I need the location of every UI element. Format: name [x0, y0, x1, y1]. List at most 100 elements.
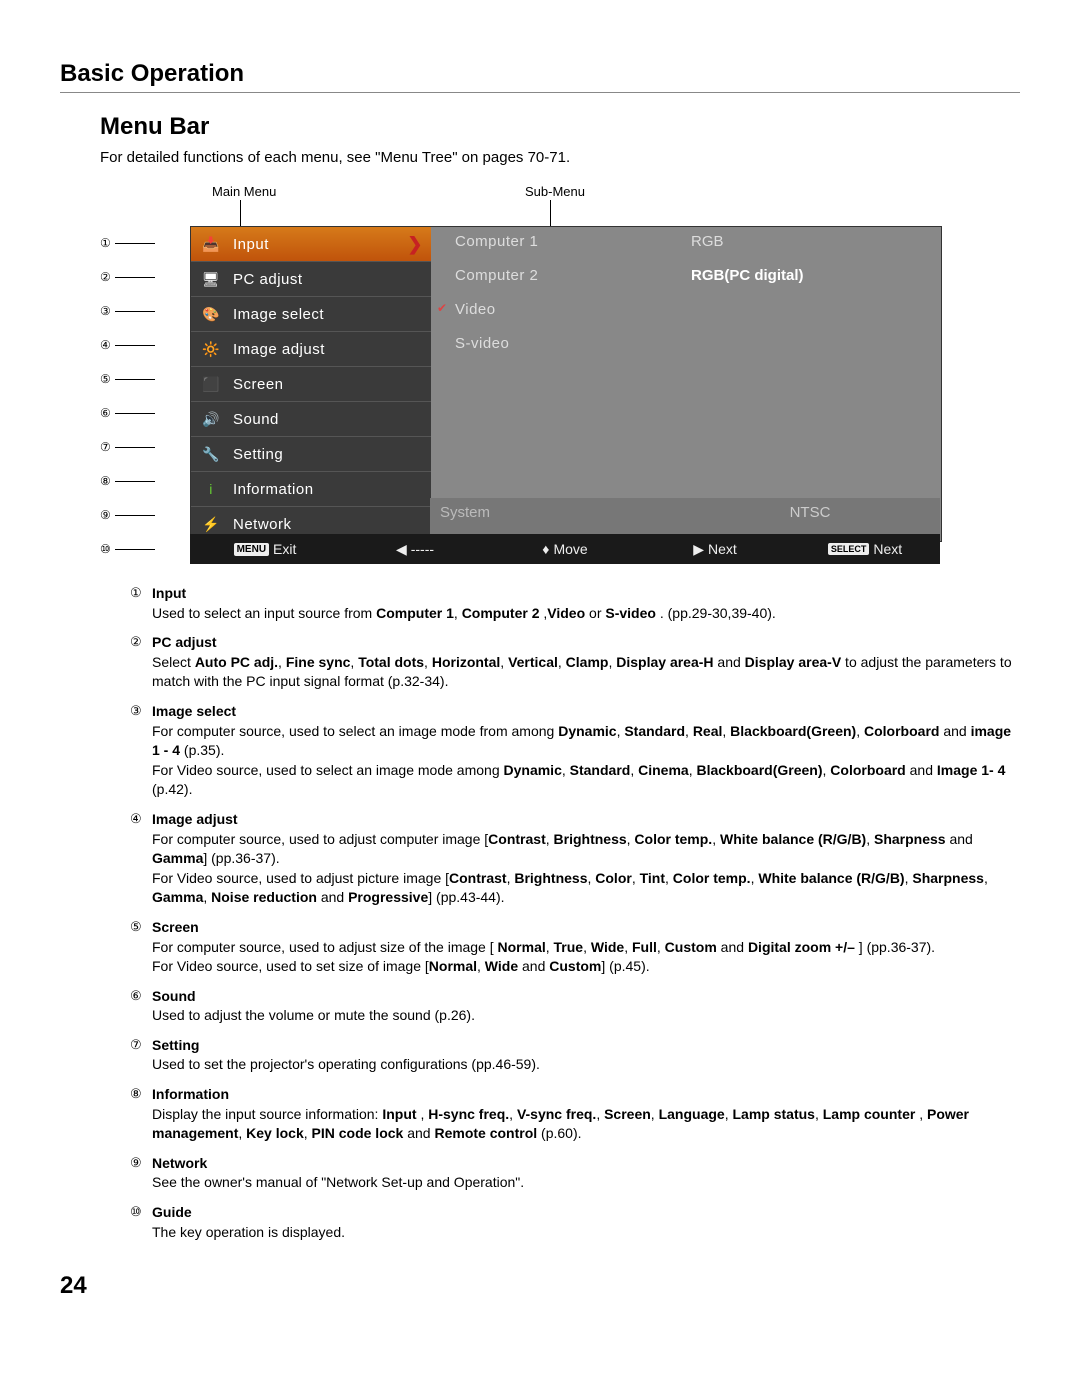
- setting-icon: 🔧: [199, 443, 223, 465]
- description-title: Information: [152, 1085, 1020, 1105]
- menu-image-adjust-label: Image adjust: [233, 341, 325, 358]
- right-menu-column: RGB RGB(PC digital): [681, 227, 941, 541]
- sub-menu-label: Sub-Menu: [525, 184, 585, 199]
- menu-information[interactable]: i Information: [191, 471, 431, 506]
- description-text: Display the input source information: In…: [152, 1105, 1020, 1144]
- menu-network-label: Network: [233, 516, 292, 533]
- description-title: Network: [152, 1154, 1020, 1174]
- description-text: Used to select an input source from Comp…: [152, 604, 1020, 624]
- menu-information-label: Information: [233, 481, 314, 498]
- guide-move: ♦ Move: [490, 541, 640, 557]
- description-title: Sound: [152, 987, 1020, 1007]
- description-body: Image selectFor computer source, used to…: [152, 702, 1020, 800]
- chevron-right-icon: ❯: [407, 234, 423, 255]
- triangle-left-icon: ◀: [396, 541, 407, 558]
- menu-sound[interactable]: 🔊 Sound: [191, 401, 431, 436]
- submenu-computer2[interactable]: Computer 2: [431, 261, 681, 295]
- description-item: ②PC adjustSelect Auto PC adj., Fine sync…: [130, 633, 1020, 692]
- network-icon: ⚡: [199, 513, 223, 535]
- menu-pc-adjust-label: PC adjust: [233, 271, 303, 288]
- description-body: NetworkSee the owner's manual of "Networ…: [152, 1154, 1020, 1193]
- menu-screen[interactable]: ⬛ Screen: [191, 366, 431, 401]
- pc-adjust-icon: 🖥: [199, 268, 223, 290]
- triangle-right-icon: ▶: [693, 541, 704, 558]
- description-number: ⑨: [130, 1154, 152, 1193]
- callout-3: ③: [100, 304, 111, 318]
- callout-2: ②: [100, 270, 111, 284]
- menu-diagram: Main Menu Sub-Menu ① ② ③ ④ ⑤ ⑥ ⑦ ⑧ ⑨ ⑩ 📥…: [130, 184, 1020, 564]
- guide-next2: SELECT Next: [790, 541, 940, 557]
- description-text: The key operation is displayed.: [152, 1223, 1020, 1243]
- description-number: ②: [130, 633, 152, 692]
- callout-1: ①: [100, 236, 111, 250]
- image-adjust-icon: 🔆: [199, 338, 223, 360]
- menu-image-select[interactable]: 🎨 Image select: [191, 296, 431, 331]
- input-icon: 📥: [199, 233, 223, 255]
- description-item: ⑦SettingUsed to set the projector's oper…: [130, 1036, 1020, 1075]
- description-body: SettingUsed to set the projector's opera…: [152, 1036, 1020, 1075]
- page-number: 24: [60, 1272, 1020, 1300]
- description-text: For computer source, used to select an i…: [152, 722, 1020, 800]
- callout-10: ⑩: [100, 542, 111, 556]
- description-number: ③: [130, 702, 152, 800]
- ntsc-label: NTSC: [680, 498, 940, 534]
- description-item: ⑩GuideThe key operation is displayed.: [130, 1203, 1020, 1242]
- system-label: System: [430, 498, 680, 534]
- section-title: Basic Operation: [60, 60, 1020, 93]
- description-number: ⑩: [130, 1203, 152, 1242]
- information-icon: i: [199, 478, 223, 500]
- main-pointer-line: [240, 200, 241, 226]
- description-number: ⑦: [130, 1036, 152, 1075]
- sub-menu-column: Computer 1 Computer 2 Video S-video: [431, 227, 681, 541]
- menu-setting-label: Setting: [233, 446, 283, 463]
- menu-badge: MENU: [234, 543, 269, 556]
- description-text: See the owner's manual of "Network Set-u…: [152, 1173, 1020, 1193]
- menu-image-select-label: Image select: [233, 306, 324, 323]
- main-menu-column: 📥 Input ❯ 🖥 PC adjust 🎨 Image select 🔆 I…: [191, 227, 431, 541]
- description-title: Guide: [152, 1203, 1020, 1223]
- description-item: ①InputUsed to select an input source fro…: [130, 584, 1020, 623]
- description-item: ⑥SoundUsed to adjust the volume or mute …: [130, 987, 1020, 1026]
- description-item: ⑤ScreenFor computer source, used to adju…: [130, 918, 1020, 977]
- description-title: PC adjust: [152, 633, 1020, 653]
- menu-image-adjust[interactable]: 🔆 Image adjust: [191, 331, 431, 366]
- right-rgb[interactable]: RGB: [681, 227, 941, 261]
- description-text: Select Auto PC adj., Fine sync, Total do…: [152, 653, 1020, 692]
- menu-pc-adjust[interactable]: 🖥 PC adjust: [191, 261, 431, 296]
- description-text: Used to set the projector's operating co…: [152, 1055, 1020, 1075]
- callout-4: ④: [100, 338, 111, 352]
- menu-input[interactable]: 📥 Input ❯: [191, 227, 431, 261]
- description-text: Used to adjust the volume or mute the so…: [152, 1006, 1020, 1026]
- submenu-computer1[interactable]: Computer 1: [431, 227, 681, 261]
- image-select-icon: 🎨: [199, 303, 223, 325]
- submenu-svideo[interactable]: S-video: [431, 329, 681, 363]
- menu-input-label: Input: [233, 236, 269, 253]
- description-number: ①: [130, 584, 152, 623]
- description-body: PC adjustSelect Auto PC adj., Fine sync,…: [152, 633, 1020, 692]
- description-number: ⑥: [130, 987, 152, 1026]
- description-item: ④Image adjustFor computer source, used t…: [130, 810, 1020, 908]
- description-title: Setting: [152, 1036, 1020, 1056]
- menu-sound-label: Sound: [233, 411, 279, 428]
- submenu-video[interactable]: Video: [431, 295, 681, 329]
- menu-screen-label: Screen: [233, 376, 284, 393]
- select-badge: SELECT: [828, 543, 870, 555]
- callout-9: ⑨: [100, 508, 111, 522]
- description-item: ⑨NetworkSee the owner's manual of "Netwo…: [130, 1154, 1020, 1193]
- description-number: ⑤: [130, 918, 152, 977]
- guide-exit: MENU Exit: [190, 541, 340, 557]
- sub-pointer-line: [550, 200, 551, 226]
- description-body: ScreenFor computer source, used to adjus…: [152, 918, 1020, 977]
- guide-dashes: ◀ -----: [340, 541, 490, 558]
- screen-icon: ⬛: [199, 373, 223, 395]
- updown-icon: ♦: [542, 541, 549, 557]
- right-rgb-pc-digital[interactable]: RGB(PC digital): [681, 261, 941, 295]
- menu-setting[interactable]: 🔧 Setting: [191, 436, 431, 471]
- description-body: InformationDisplay the input source info…: [152, 1085, 1020, 1144]
- guide-bar: MENU Exit ◀ ----- ♦ Move ▶ Next SELECT N…: [190, 534, 940, 564]
- description-text: For computer source, used to adjust size…: [152, 938, 1020, 977]
- main-menu-label: Main Menu: [212, 184, 276, 199]
- callout-8: ⑧: [100, 474, 111, 488]
- description-list: ①InputUsed to select an input source fro…: [130, 584, 1020, 1242]
- sound-icon: 🔊: [199, 408, 223, 430]
